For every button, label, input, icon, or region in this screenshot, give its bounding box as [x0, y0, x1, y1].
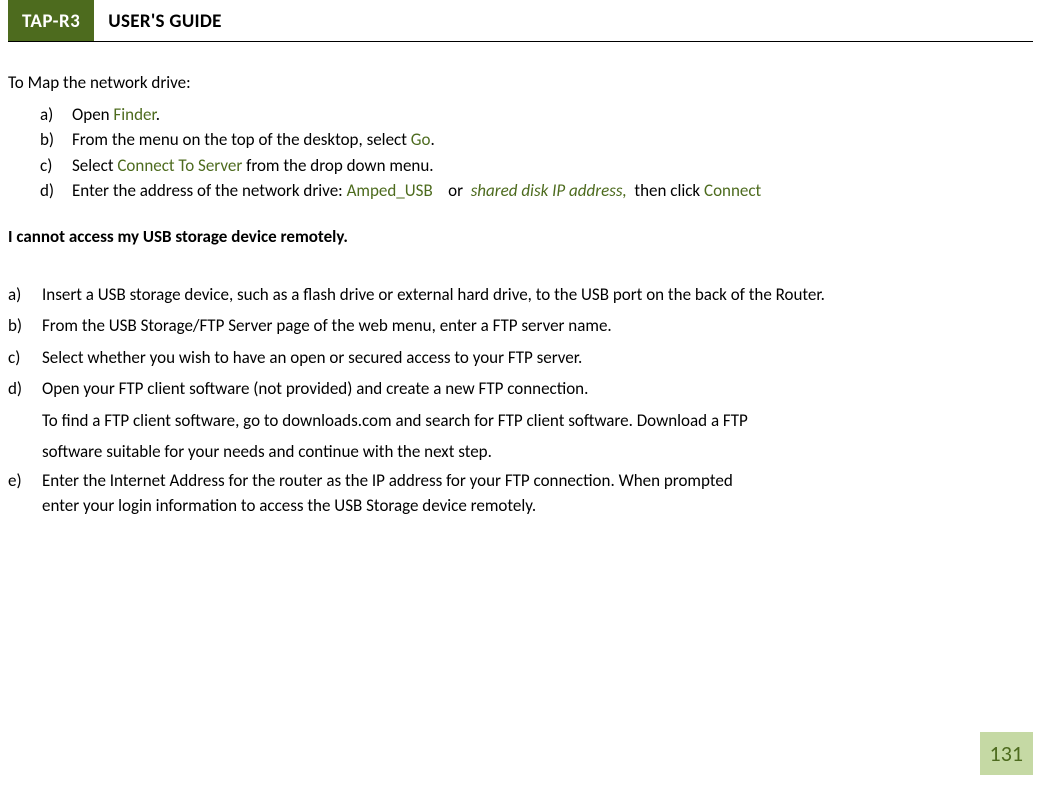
page-number: 131: [980, 732, 1033, 775]
step-c-suffix: from the drop down menu.: [242, 155, 433, 176]
step-a: a)Open Finder.: [40, 102, 1033, 128]
remote-d-sub2: software suitable for your needs and con…: [42, 436, 1033, 467]
remote-marker-c: c): [8, 342, 42, 373]
map-drive-steps: a)Open Finder. b)From the menu on the to…: [8, 102, 1033, 204]
connect-text: Connect: [704, 180, 761, 201]
step-b-suffix: .: [430, 129, 434, 150]
step-b: b)From the menu on the top of the deskto…: [40, 127, 1033, 153]
remote-d-sub1: To find a FTP client software, go to dow…: [42, 405, 1033, 436]
page-content: To Map the network drive: a)Open Finder.…: [0, 42, 1041, 519]
remote-c-text: Select whether you wish to have an open …: [42, 347, 582, 368]
remote-a-text: Insert a USB storage device, such as a f…: [42, 284, 825, 305]
intro-text: To Map the network drive:: [8, 70, 1033, 96]
step-c: c)Select Connect To Server from the drop…: [40, 153, 1033, 179]
remote-d-text: Open your FTP client software (not provi…: [42, 378, 588, 399]
finder-text: Finder: [113, 104, 155, 125]
remote-e-text1: Enter the Internet Address for the route…: [42, 470, 733, 491]
remote-access-steps: a)Insert a USB storage device, such as a…: [8, 279, 1033, 519]
remote-step-e: e)Enter the Internet Address for the rou…: [8, 468, 1033, 519]
remote-step-a: a)Insert a USB storage device, such as a…: [8, 279, 1033, 310]
step-d-then: then click: [627, 180, 704, 201]
shared-ip-text: shared disk IP address,: [471, 180, 627, 201]
remote-marker-a: a): [8, 279, 42, 310]
remote-marker-d: d): [8, 373, 42, 404]
step-c-prefix: Select: [72, 155, 117, 176]
step-a-prefix: Open: [72, 104, 113, 125]
step-d-prefix: Enter the address of the network drive:: [72, 180, 347, 201]
remote-step-c: c)Select whether you wish to have an ope…: [8, 342, 1033, 373]
step-d-or: or: [433, 180, 471, 201]
amped-usb-text: Amped_USB: [347, 180, 433, 201]
marker-c: c): [40, 153, 72, 179]
step-d: d)Enter the address of the network drive…: [40, 178, 1033, 204]
page-header: TAP-R3 USER'S GUIDE: [8, 0, 1033, 42]
remote-b-text: From the USB Storage/FTP Server page of …: [42, 315, 612, 336]
marker-b: b): [40, 127, 72, 153]
marker-d: d): [40, 178, 72, 204]
remote-e-text2: enter your login information to access t…: [42, 493, 1033, 519]
marker-a: a): [40, 102, 72, 128]
remote-step-b: b)From the USB Storage/FTP Server page o…: [8, 310, 1033, 341]
remote-marker-e: e): [8, 468, 42, 494]
remote-marker-b: b): [8, 310, 42, 341]
go-text: Go: [411, 129, 431, 150]
document-title: USER'S GUIDE: [94, 0, 235, 41]
troubleshoot-heading: I cannot access my USB storage device re…: [8, 224, 1033, 250]
step-a-suffix: .: [156, 104, 160, 125]
product-badge: TAP-R3: [8, 0, 94, 41]
connect-server-text: Connect To Server: [117, 155, 242, 176]
step-b-prefix: From the menu on the top of the desktop,…: [72, 129, 411, 150]
remote-step-d: d)Open your FTP client software (not pro…: [8, 373, 1033, 467]
